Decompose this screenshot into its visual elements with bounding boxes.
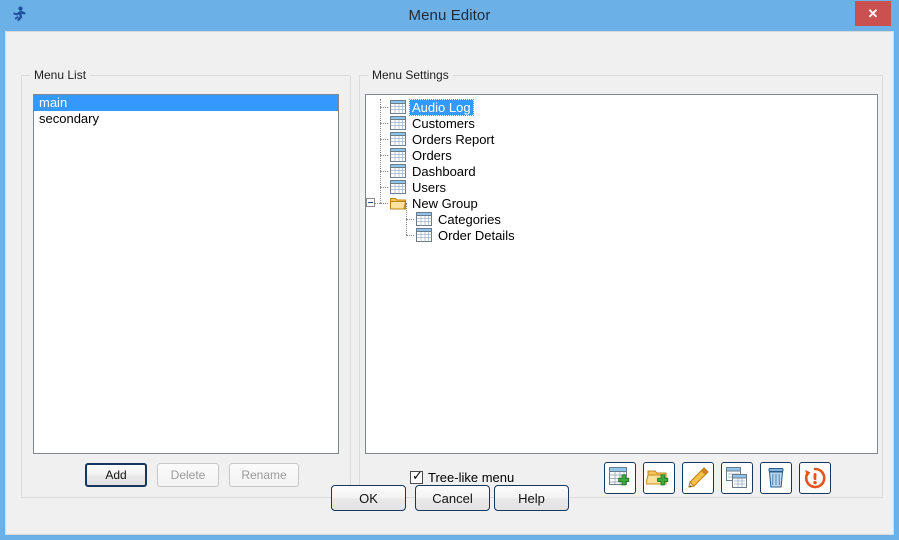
tree-connector-line bbox=[380, 203, 388, 204]
ok-button[interactable]: OK bbox=[331, 485, 406, 511]
table-icon bbox=[416, 212, 432, 227]
folder-icon bbox=[390, 196, 406, 211]
table-icon bbox=[390, 132, 406, 147]
tree-item-label[interactable]: New Group bbox=[410, 196, 480, 211]
dialog-client-area: Menu List main secondary Add Delete Renam… bbox=[5, 31, 894, 535]
list-item[interactable]: main bbox=[34, 95, 338, 111]
table-icon bbox=[390, 164, 406, 179]
window-title: Menu Editor bbox=[408, 7, 491, 24]
table-icon bbox=[416, 228, 432, 243]
tree-connector-line bbox=[380, 123, 388, 124]
table-icon bbox=[390, 148, 406, 163]
table-icon bbox=[390, 180, 406, 195]
menu-list-group: Menu List main secondary Add Delete Renam… bbox=[21, 68, 351, 498]
tree-connector-line bbox=[375, 203, 380, 204]
rename-button[interactable]: Rename bbox=[229, 463, 299, 487]
tree-item-label[interactable]: Users bbox=[410, 180, 448, 195]
tree-connector-line bbox=[380, 155, 388, 156]
menu-settings-group-label: Menu Settings bbox=[368, 68, 453, 82]
menu-editor-window: Menu Editor ✕ Menu List main secondary Ad… bbox=[0, 0, 899, 540]
tree-item-label[interactable]: Dashboard bbox=[410, 164, 478, 179]
table-icon bbox=[390, 116, 406, 131]
tree-connector-line bbox=[406, 235, 414, 236]
menu-list-group-label: Menu List bbox=[30, 68, 91, 82]
add-button[interactable]: Add bbox=[85, 463, 147, 487]
table-icon bbox=[390, 100, 406, 115]
tree-item-label[interactable]: Order Details bbox=[436, 228, 517, 243]
list-item[interactable]: secondary bbox=[34, 111, 338, 127]
delete-button[interactable]: Delete bbox=[157, 463, 219, 487]
tree-connector-line bbox=[406, 219, 414, 220]
tree-item-label[interactable]: Orders Report bbox=[410, 132, 496, 147]
check-icon: ✓ bbox=[412, 469, 423, 484]
tree-item-label[interactable]: Categories bbox=[436, 212, 503, 227]
tree-connector-line bbox=[380, 107, 388, 108]
menu-settings-group: Menu Settings Audio Log Customers Orders R… bbox=[359, 68, 883, 498]
help-button[interactable]: Help bbox=[494, 485, 569, 511]
dialog-button-row: OK Cancel Help bbox=[6, 485, 893, 515]
tree-expander-icon[interactable] bbox=[366, 198, 375, 207]
menu-list-listbox[interactable]: main secondary bbox=[33, 94, 339, 454]
tree-item-label[interactable]: Audio Log bbox=[409, 99, 474, 116]
tree-like-menu-label: Tree-like menu bbox=[428, 470, 515, 485]
title-bar: Menu Editor ✕ bbox=[0, 0, 899, 31]
cancel-button[interactable]: Cancel bbox=[415, 485, 490, 511]
checkbox-box[interactable]: ✓ bbox=[410, 469, 423, 484]
tree-item-label[interactable]: Orders bbox=[410, 148, 454, 163]
tree-connector-line bbox=[380, 139, 388, 140]
close-icon[interactable]: ✕ bbox=[855, 1, 891, 26]
tree-item-label[interactable]: Customers bbox=[410, 116, 477, 131]
tree-connector-line bbox=[380, 171, 388, 172]
tree-connector-line bbox=[380, 187, 388, 188]
menu-tree-view[interactable]: Audio Log Customers Orders Report Orders Das… bbox=[365, 94, 878, 454]
